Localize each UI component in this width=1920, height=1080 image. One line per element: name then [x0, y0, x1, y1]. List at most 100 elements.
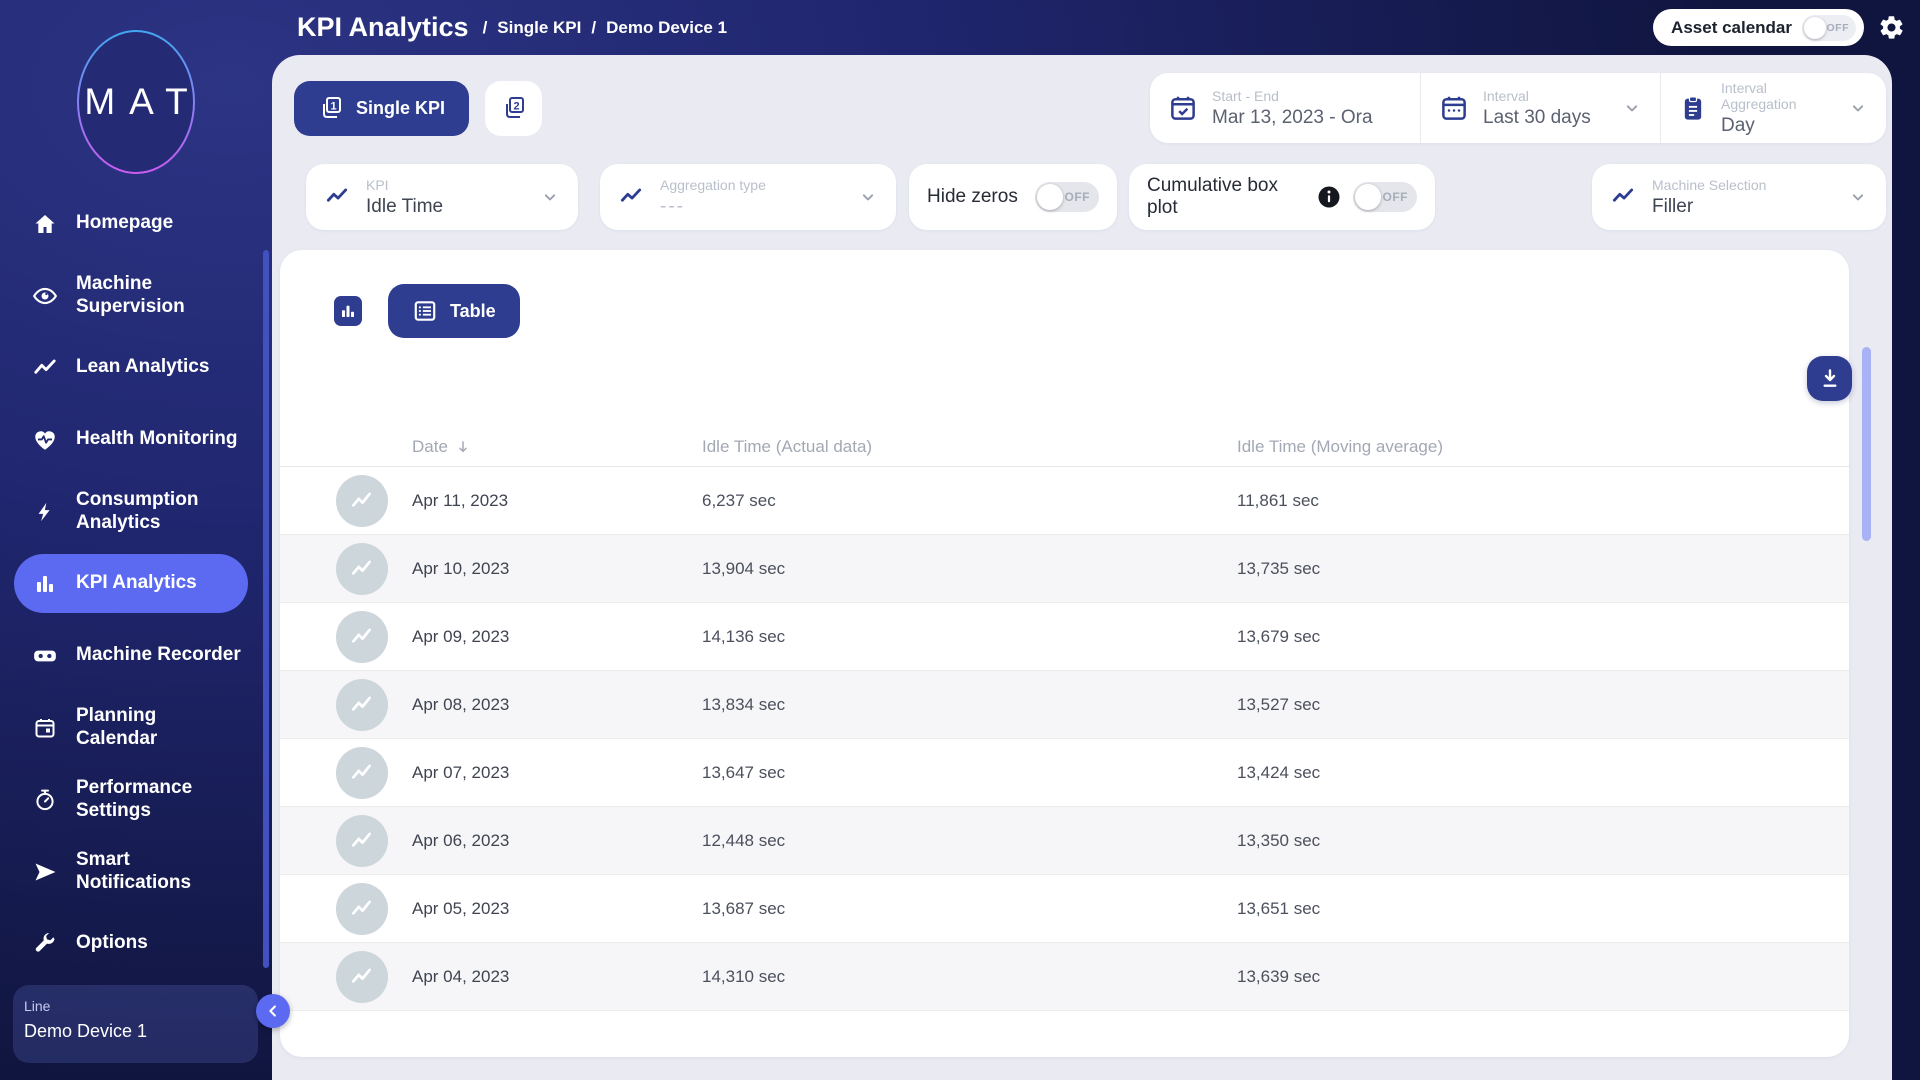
- machine-selection-selector[interactable]: Machine Selection Filler: [1592, 164, 1886, 230]
- single-kpi-tab[interactable]: 1 Single KPI: [294, 81, 469, 136]
- chevron-down-icon: [540, 187, 560, 207]
- aggregation-type-selector[interactable]: Aggregation type ---: [600, 164, 896, 230]
- toggle-knob: [1804, 17, 1826, 39]
- table-row: Apr 04, 2023 14,310 sec 13,639 sec: [280, 943, 1849, 1011]
- cell-date: Apr 06, 2023: [412, 831, 702, 851]
- kpi-selector[interactable]: KPI Idle Time: [306, 164, 578, 230]
- sidebar-item-consumption-analytics[interactable]: Consumption Analytics: [14, 482, 248, 541]
- kpi-row-avatar: [336, 679, 388, 731]
- cell-actual: 14,136 sec: [702, 627, 1237, 647]
- cumulative-box-plot-toggle[interactable]: OFF: [1353, 182, 1417, 212]
- interval-label: Interval: [1483, 88, 1591, 104]
- cell-date: Apr 09, 2023: [412, 627, 702, 647]
- hide-zeros-toggle[interactable]: OFF: [1035, 182, 1099, 212]
- home-icon: [32, 211, 58, 237]
- kpi-row-avatar: [336, 475, 388, 527]
- trend-icon: [349, 896, 375, 922]
- table-view-button[interactable]: Table: [388, 284, 520, 338]
- trend-icon: [1610, 184, 1636, 210]
- wrench-icon: [32, 931, 58, 957]
- gear-icon: [1878, 14, 1905, 41]
- interval-aggregation-selector[interactable]: Interval Aggregation Day: [1660, 73, 1886, 143]
- sidebar-item-machine-supervision[interactable]: Machine Supervision: [14, 266, 248, 325]
- cell-moving: 13,639 sec: [1237, 967, 1809, 987]
- settings-button[interactable]: [1878, 14, 1905, 41]
- start-end-selector[interactable]: Start - End Mar 13, 2023 - Ora: [1150, 73, 1420, 143]
- trend-icon: [349, 488, 375, 514]
- sidebar-item-homepage[interactable]: Homepage: [14, 194, 248, 253]
- table-card: Table Date Idle Time: [280, 250, 1849, 1057]
- kpi-row-avatar: [336, 747, 388, 799]
- sidebar-item-kpi-analytics[interactable]: KPI Analytics: [14, 554, 248, 613]
- breadcrumb-item[interactable]: Demo Device 1: [606, 18, 727, 38]
- kpi-row-avatar: [336, 611, 388, 663]
- sidebar-item-lean-analytics[interactable]: Lean Analytics: [14, 338, 248, 397]
- interval-aggregation-label: Interval Aggregation: [1721, 80, 1834, 112]
- cell-moving: 13,350 sec: [1237, 831, 1809, 851]
- kpi-row-avatar: [336, 543, 388, 595]
- cell-moving: 13,735 sec: [1237, 559, 1809, 579]
- sidebar-item-performance-settings[interactable]: Performance Settings: [14, 770, 248, 829]
- column-header-moving: Idle Time (Moving average): [1237, 437, 1809, 457]
- sidebar-item-machine-recorder[interactable]: Machine Recorder: [14, 626, 248, 685]
- hide-zeros-control: Hide zeros OFF: [909, 164, 1117, 230]
- multi-kpi-tab[interactable]: 2: [485, 81, 542, 136]
- cumulative-box-plot-control: Cumulative box plot OFF: [1129, 164, 1435, 230]
- cell-moving: 13,424 sec: [1237, 763, 1809, 783]
- top-bar: KPI Analytics /Single KPI/Demo Device 1 …: [272, 0, 1920, 55]
- sidebar-item-health-monitoring[interactable]: Health Monitoring: [14, 410, 248, 469]
- sidebar-collapse-button[interactable]: [256, 994, 290, 1028]
- trend-icon: [349, 624, 375, 650]
- single-kpi-icon: 1: [318, 95, 344, 121]
- sidebar-item-planning-calendar[interactable]: Planning Calendar: [14, 698, 248, 757]
- line-label: Line: [24, 998, 247, 1014]
- calendar-icon: [32, 715, 58, 741]
- multi-kpi-icon: 2: [501, 95, 527, 121]
- bolt-icon: [32, 499, 58, 525]
- cell-date: Apr 05, 2023: [412, 899, 702, 919]
- cell-moving: 11,861 sec: [1237, 491, 1809, 511]
- heart-pulse-icon: [32, 427, 58, 453]
- calendar-icon: [1439, 93, 1469, 123]
- chart-view-button[interactable]: [334, 296, 362, 326]
- trend-icon: [32, 355, 58, 381]
- chevron-down-icon: [1848, 187, 1868, 207]
- sidebar-item-smart-notifications[interactable]: Smart Notifications: [14, 842, 248, 901]
- download-icon: [1818, 367, 1842, 391]
- breadcrumb-item[interactable]: Single KPI: [497, 18, 581, 38]
- recorder-icon: [32, 643, 58, 669]
- kpi-row-avatar: [336, 815, 388, 867]
- download-button[interactable]: [1807, 356, 1852, 401]
- breadcrumb: /Single KPI/Demo Device 1: [483, 18, 728, 38]
- trend-icon: [349, 760, 375, 786]
- date-range-card: Start - End Mar 13, 2023 - Ora Interval …: [1150, 73, 1886, 143]
- column-header-date[interactable]: Date: [412, 437, 702, 457]
- start-end-value: Mar 13, 2023 - Ora: [1212, 107, 1373, 129]
- cell-date: Apr 11, 2023: [412, 491, 702, 511]
- info-icon[interactable]: [1317, 185, 1341, 209]
- main-area: KPI Analytics /Single KPI/Demo Device 1 …: [272, 0, 1920, 1080]
- device-selector-panel[interactable]: Line Demo Device 1: [13, 985, 258, 1063]
- cell-moving: 13,527 sec: [1237, 695, 1809, 715]
- asset-calendar-toggle[interactable]: OFF: [1802, 15, 1856, 41]
- filter-row-secondary: KPI Idle Time Aggregation type ---: [306, 164, 1886, 230]
- cell-moving: 13,679 sec: [1237, 627, 1809, 647]
- hide-zeros-label: Hide zeros: [927, 186, 1018, 208]
- content-scrollbar-thumb[interactable]: [1862, 347, 1871, 541]
- toggle-knob: [1037, 184, 1063, 210]
- chevron-down-icon: [1622, 98, 1642, 118]
- bar-chart-icon: [339, 302, 357, 320]
- cell-date: Apr 08, 2023: [412, 695, 702, 715]
- machine-selection-label: Machine Selection: [1652, 177, 1766, 193]
- send-icon: [32, 859, 58, 885]
- trend-icon: [324, 184, 350, 210]
- sidebar-item-options[interactable]: Options: [14, 914, 248, 973]
- asset-calendar-pill: Asset calendar OFF: [1653, 9, 1864, 46]
- cell-date: Apr 07, 2023: [412, 763, 702, 783]
- kpi-row-avatar: [336, 951, 388, 1003]
- sidebar-scrollbar[interactable]: [263, 250, 269, 968]
- chevron-left-icon: [264, 1002, 282, 1020]
- interval-selector[interactable]: Interval Last 30 days: [1420, 73, 1660, 143]
- device-name: Demo Device 1: [24, 1021, 247, 1042]
- toggle-state-label: OFF: [1383, 190, 1409, 204]
